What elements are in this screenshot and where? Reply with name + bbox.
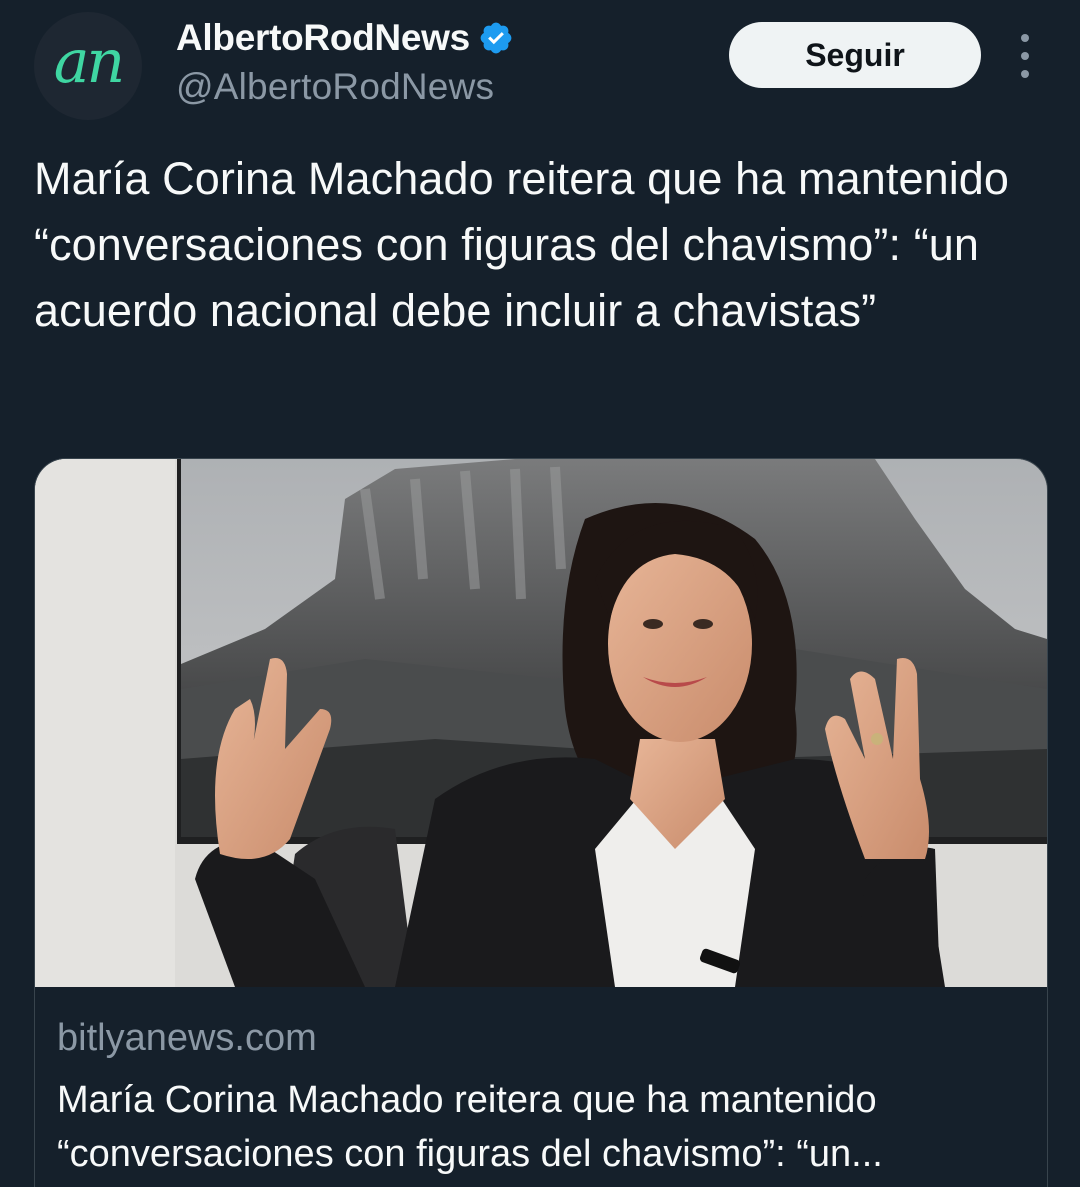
user-info: AlbertoRodNews @AlbertoRodNews — [176, 14, 514, 108]
card-image — [35, 459, 1047, 987]
an-logo-icon: an — [53, 27, 125, 97]
card-meta: bitlyanews.com María Corina Machado reit… — [35, 987, 1047, 1187]
card-title: María Corina Machado reitera que ha mant… — [57, 1079, 883, 1175]
photo-woman-speaking — [35, 459, 1047, 987]
link-card[interactable]: bitlyanews.com María Corina Machado reit… — [34, 458, 1048, 1187]
user-handle[interactable]: @AlbertoRodNews — [176, 66, 514, 108]
tweet-text: María Corina Machado reitera que ha mant… — [34, 153, 1010, 336]
verified-badge-icon — [480, 22, 512, 54]
follow-button[interactable]: Seguir — [729, 22, 981, 88]
display-name[interactable]: AlbertoRodNews — [176, 17, 470, 59]
avatar[interactable]: an — [34, 12, 142, 120]
more-vertical-icon[interactable] — [1008, 34, 1042, 78]
name-row: AlbertoRodNews — [176, 14, 514, 62]
more-dot — [1021, 52, 1029, 60]
card-domain: bitlyanews.com — [57, 1017, 317, 1059]
more-dot — [1021, 70, 1029, 78]
more-dot — [1021, 34, 1029, 42]
